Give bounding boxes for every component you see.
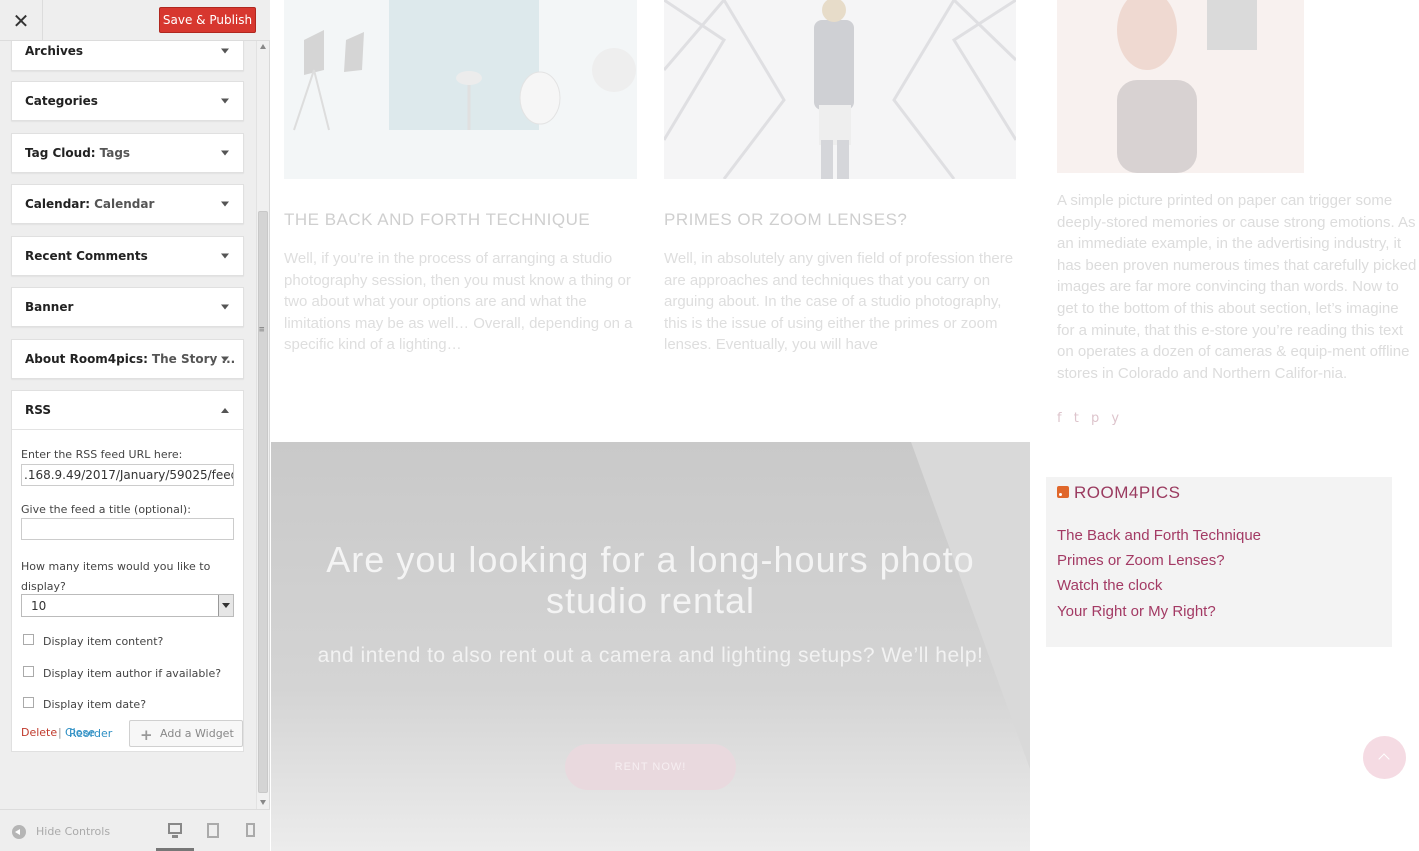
rss-item-link[interactable]: The Back and Forth Technique [1057, 527, 1261, 544]
about-text: A simple picture printed on paper can tr… [1057, 192, 1417, 382]
customizer-footer: Hide Controls [0, 809, 270, 851]
feed-url-value: .168.9.49/2017/January/59025/feed [24, 468, 234, 482]
display-date-label: Display item date? [43, 698, 147, 711]
widget-title: Banner [25, 300, 74, 314]
scroll-up-icon[interactable] [260, 44, 266, 49]
feed-title-label: Give the feed a title (optional): [21, 503, 191, 516]
hide-controls-button[interactable]: Hide Controls [36, 825, 110, 838]
chevron-up-icon[interactable] [221, 408, 229, 413]
post-image-studio[interactable] [284, 0, 637, 179]
grip-icon: ≡ [259, 325, 265, 335]
post-title[interactable]: PRIMES OR ZOOM LENSES? [664, 210, 907, 230]
save-publish-button[interactable]: Save & Publish [159, 7, 256, 33]
chevron-down-icon[interactable] [221, 304, 229, 310]
feed-title-input[interactable] [21, 518, 234, 540]
widget-about[interactable]: About Room4pics: The Story ... [11, 339, 244, 379]
post-image-model[interactable] [662, 0, 1018, 180]
close-icon[interactable]: ✕ [0, 0, 43, 41]
feed-url-label: Enter the RSS feed URL here: [21, 448, 183, 461]
collapse-icon[interactable] [12, 825, 26, 839]
promo-banner: Are you looking for a long-hours photo s… [271, 442, 1030, 851]
post-title[interactable]: THE BACK AND FORTH TECHNIQUE [284, 210, 590, 230]
post-excerpt: Well, if you’re in the process of arrang… [284, 250, 633, 354]
display-content-checkbox[interactable] [23, 634, 34, 645]
scrollbar-thumb[interactable] [258, 211, 268, 793]
social-icons[interactable]: f t p y [1057, 411, 1123, 426]
widget-title: RSS [25, 403, 51, 417]
feed-url-input[interactable]: .168.9.49/2017/January/59025/feed [21, 464, 234, 486]
rss-item-link[interactable]: Watch the clock [1057, 577, 1162, 594]
items-count-value: 10 [31, 598, 47, 613]
display-content-label: Display item content? [43, 635, 164, 648]
add-widget-label: Add a Widget [160, 727, 234, 740]
chevron-down-icon[interactable] [221, 150, 229, 156]
widget-recent-comments[interactable]: Recent Comments [11, 236, 244, 276]
customizer-header: ✕ Save & Publish [0, 0, 270, 41]
reorder-link[interactable]: Reorder [69, 727, 112, 740]
rss-item-link[interactable]: Your Right or My Right? [1057, 603, 1216, 620]
plus-icon: + [140, 726, 153, 744]
rent-now-button[interactable]: RENT NOW! [565, 744, 736, 790]
chevron-down-icon[interactable] [218, 595, 233, 616]
desktop-icon-stand [172, 835, 178, 838]
post-excerpt: Well, in absolutely any given field of p… [664, 250, 1014, 354]
model-image [662, 0, 1018, 180]
widget-title: Categories [25, 94, 98, 108]
chevron-down-icon[interactable] [221, 356, 229, 362]
scroll-to-top-button[interactable] [1363, 736, 1406, 779]
items-count-label: How many items would you like to display… [21, 560, 211, 593]
link-separator: | [58, 726, 62, 739]
rss-widget-title[interactable]: ROOM4PICS [1074, 483, 1181, 503]
mobile-icon[interactable] [246, 823, 255, 837]
widget-title: Archives [25, 44, 84, 58]
widget-title: Calendar: Calendar [25, 197, 155, 211]
customizer-sidebar: ✕ Save & Publish Archives Categories Tag… [0, 0, 270, 851]
site-preview: THE BACK AND FORTH TECHNIQUE Well, if yo… [271, 0, 1419, 851]
chevron-down-icon[interactable] [221, 48, 229, 54]
delete-link[interactable]: Delete [21, 726, 57, 739]
add-widget-button[interactable]: + Add a Widget [129, 720, 243, 747]
widget-rss-header[interactable]: RSS [12, 391, 243, 430]
chevron-down-icon[interactable] [221, 98, 229, 104]
about-image [1057, 0, 1304, 173]
widget-rss: RSS Enter the RSS feed URL here: .168.9.… [11, 390, 244, 752]
widget-archives[interactable]: Archives [11, 41, 244, 71]
widget-title: Tag Cloud: Tags [25, 146, 131, 160]
rss-icon [1057, 486, 1069, 498]
widget-tag-cloud[interactable]: Tag Cloud: Tags [11, 133, 244, 173]
studio-image [293, 0, 636, 131]
desktop-icon[interactable] [168, 823, 182, 834]
widget-banner[interactable]: Banner [11, 287, 244, 327]
widget-title: About Room4pics: The Story ... [25, 352, 236, 366]
chevron-down-icon[interactable] [221, 253, 229, 259]
widget-calendar[interactable]: Calendar: Calendar [11, 184, 244, 224]
banner-subtitle: and intend to also rent out a camera and… [317, 644, 984, 667]
scroll-down-icon[interactable] [260, 800, 266, 805]
widget-list: Archives Categories Tag Cloud: Tags Calen… [0, 41, 256, 809]
chevron-down-icon[interactable] [221, 201, 229, 207]
rss-item-link[interactable]: Primes or Zoom Lenses? [1057, 552, 1225, 569]
display-author-checkbox[interactable] [23, 666, 34, 677]
items-count-select[interactable]: 10 [21, 594, 234, 617]
widget-title: Recent Comments [25, 249, 148, 263]
banner-title: Are you looking for a long-hours photo s… [326, 539, 975, 621]
display-date-checkbox[interactable] [23, 697, 34, 708]
photographer-image [1117, 0, 1257, 173]
display-author-label: Display item author if available? [43, 667, 222, 680]
sidebar-scrollbar[interactable]: ≡ [256, 41, 269, 809]
tablet-icon[interactable] [207, 823, 219, 838]
rss-widget-preview: ROOM4PICS The Back and Forth Technique P… [1046, 477, 1392, 647]
widget-categories[interactable]: Categories [11, 81, 244, 121]
